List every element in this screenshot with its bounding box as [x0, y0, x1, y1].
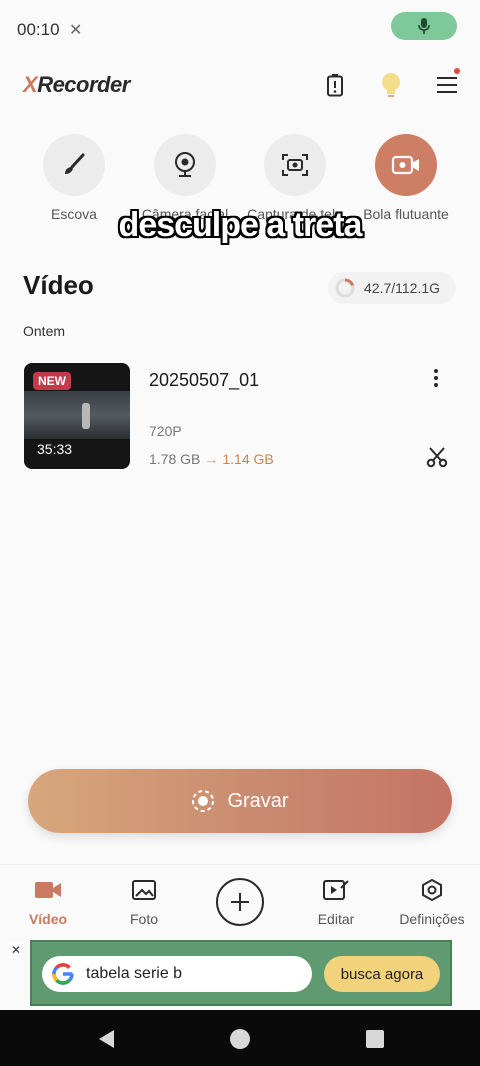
size-original: 1.78 GB: [149, 451, 201, 467]
video-resolution: 720P: [149, 423, 182, 439]
battery-button[interactable]: [320, 70, 350, 100]
bottom-nav: Vídeo Foto Editar Definições: [0, 864, 480, 936]
home-icon[interactable]: [229, 1028, 251, 1050]
screenshot-icon: [282, 154, 308, 176]
kebab-menu-icon: [434, 369, 438, 387]
storage-indicator[interactable]: 42.7/112.1G: [328, 272, 456, 304]
date-group-label: Ontem: [23, 323, 66, 339]
ad-close-button[interactable]: ✕: [8, 942, 24, 958]
record-button[interactable]: Gravar: [28, 769, 452, 833]
size-compressed: 1.14 GB: [222, 451, 274, 467]
ad-cta-button[interactable]: busca agora: [324, 956, 440, 992]
nav-edit-label: Editar: [317, 911, 355, 927]
system-nav-bar: [0, 1010, 480, 1066]
thumbnail-scene: [24, 391, 130, 439]
nav-video-label: Vídeo: [28, 911, 68, 927]
back-icon[interactable]: [96, 1028, 118, 1050]
tool-floating-ball-circle[interactable]: [375, 134, 437, 196]
video-item[interactable]: NEW 35:33 20250507_01 720P 1.78 GB → 1.14 …: [24, 363, 456, 471]
video-thumbnail[interactable]: NEW 35:33: [24, 363, 130, 469]
plus-icon: [231, 893, 249, 911]
video-camera-icon: [0, 877, 96, 903]
status-x-icon: ✕: [69, 22, 83, 39]
status-bar: 00:10 ✕: [0, 0, 480, 56]
ad-query: tabela serie b: [86, 965, 183, 982]
storage-text: 42.7/112.1G: [364, 280, 441, 296]
add-button[interactable]: [216, 878, 264, 926]
scissors-icon: [426, 447, 448, 468]
nav-photo[interactable]: Foto: [96, 877, 192, 927]
mic-indicator[interactable]: [391, 12, 457, 40]
thumbnail-figure: [82, 403, 90, 429]
record-label: Gravar: [227, 789, 289, 812]
app-header: XRecorder: [0, 60, 480, 110]
tool-face-camera-circle[interactable]: [154, 134, 216, 196]
brush-icon: [65, 153, 85, 174]
storage-progress-icon: [335, 278, 355, 298]
overlay-caption: desculpe a treta: [118, 206, 363, 244]
webcam-icon: [175, 152, 195, 177]
notification-dot: [454, 68, 460, 74]
nav-video[interactable]: Vídeo: [0, 877, 96, 927]
ad-search-box[interactable]: tabela serie b: [42, 956, 312, 992]
recents-icon[interactable]: [364, 1028, 386, 1050]
status-time: 00:10: [17, 20, 60, 39]
nav-settings[interactable]: Definições: [384, 877, 480, 927]
app-logo: XRecorder: [23, 72, 130, 97]
battery-alert-icon: [327, 74, 343, 97]
video-name: 20250507_01: [149, 370, 260, 390]
new-badge: NEW: [33, 372, 71, 390]
lightbulb-icon: [382, 73, 400, 97]
nav-edit[interactable]: Editar: [288, 877, 384, 927]
nav-settings-label: Definições: [399, 911, 465, 927]
hamburger-menu-icon: [437, 77, 457, 93]
more-options-button[interactable]: [426, 367, 446, 389]
nav-photo-label: Foto: [129, 911, 158, 927]
record-icon: [192, 790, 215, 812]
google-g-icon: [52, 963, 74, 985]
video-camera-icon: [391, 155, 419, 175]
ad-banner[interactable]: tabela serie b busca agora: [30, 940, 452, 1006]
microphone-icon: [418, 18, 430, 34]
trim-button[interactable]: [425, 445, 449, 469]
menu-button[interactable]: [432, 68, 462, 100]
video-duration: 35:33: [37, 441, 73, 457]
size-arrow: →: [204, 451, 219, 467]
section-title: Vídeo: [23, 270, 94, 300]
settings-hexagon-icon: [384, 877, 480, 903]
tool-screenshot-circle[interactable]: [264, 134, 326, 196]
video-size: 1.78 GB → 1.14 GB: [149, 451, 274, 467]
image-icon: [96, 877, 192, 903]
edit-video-icon: [288, 877, 384, 903]
tool-brush-circle[interactable]: [43, 134, 105, 196]
tips-button[interactable]: [376, 70, 406, 100]
